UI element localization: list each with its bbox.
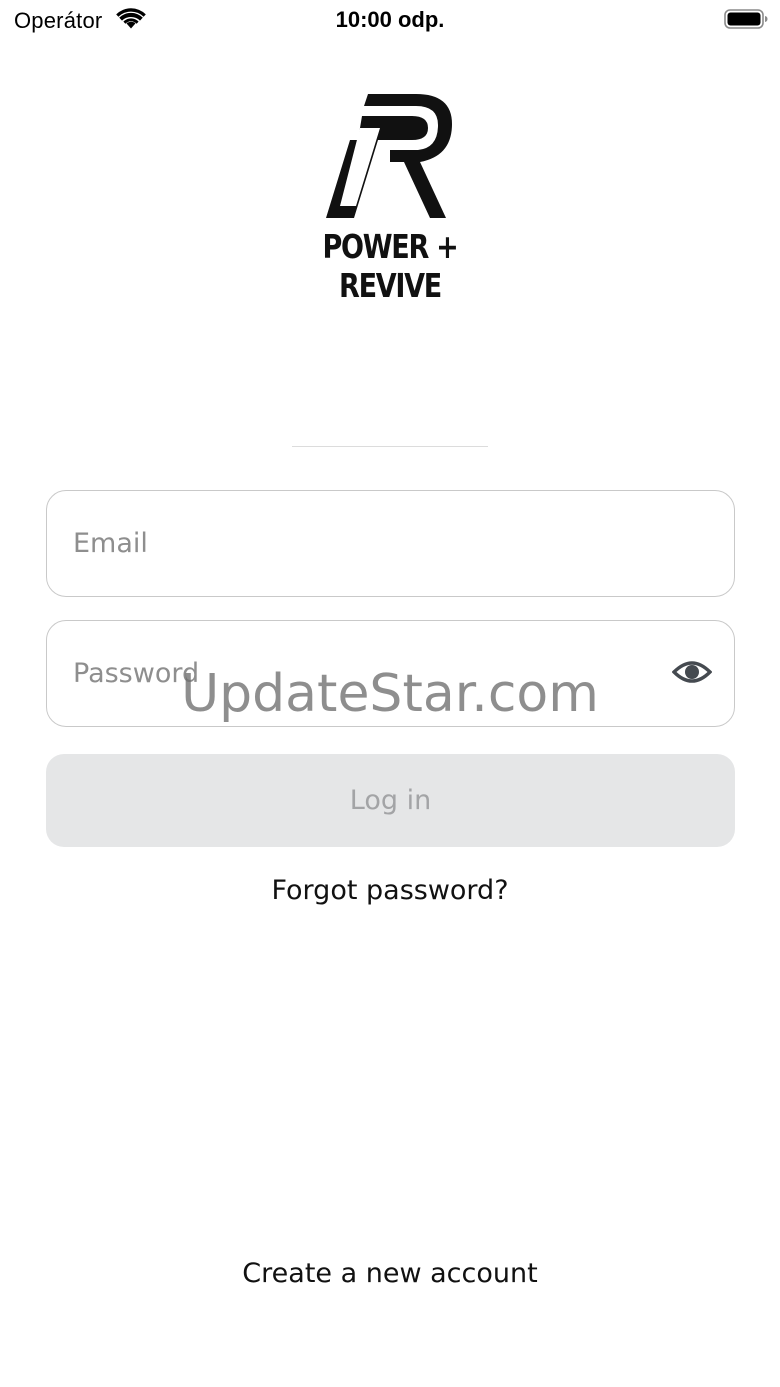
status-time: 10:00 odp. (335, 7, 445, 32)
status-bar: Operátor 10:00 odp. (0, 0, 780, 40)
password-field-container[interactable] (46, 620, 735, 727)
forgot-password-link[interactable]: Forgot password? (0, 875, 780, 906)
login-button[interactable]: Log in (46, 754, 735, 847)
power-revive-logo-icon (326, 94, 452, 218)
divider-line (292, 446, 488, 447)
create-account-link[interactable]: Create a new account (0, 1258, 780, 1289)
password-input[interactable] (73, 621, 673, 726)
email-input[interactable] (73, 491, 673, 596)
login-screen: Operátor 10:00 odp. POWER + REVIVE Email… (0, 0, 780, 1387)
eye-icon[interactable] (672, 657, 712, 687)
brand-wordmark: POWER + REVIVE (322, 227, 459, 305)
email-field-container[interactable] (46, 490, 735, 597)
battery-icon (724, 9, 768, 29)
